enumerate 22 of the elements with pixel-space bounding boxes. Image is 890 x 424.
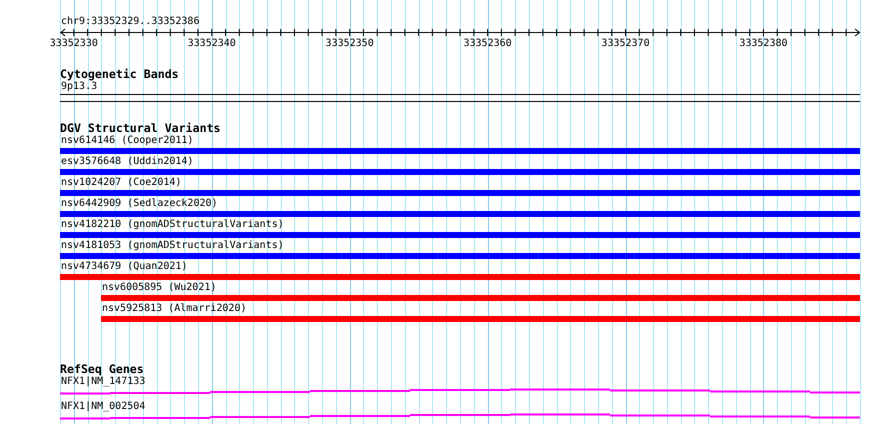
tick-label: 33352330 (50, 38, 98, 50)
track-title: Cytogenetic Bands (60, 68, 179, 81)
tick-label: 33352360 (464, 38, 512, 50)
gene-label: NFX1|NM_147133 (61, 376, 146, 388)
variant-label: nsv6005895 (Wu2021) (102, 282, 216, 294)
tick-label: 33352350 (326, 38, 374, 50)
tick-label: 33352370 (601, 38, 650, 50)
tick-label: 33352380 (739, 38, 788, 50)
variant-label: esv3576648 (Uddin2014) (61, 156, 194, 168)
variant-label: nsv5925813 (Almarri2020) (102, 303, 246, 315)
gene-label: NFX1|NM_002504 (61, 401, 146, 413)
variant-label: nsv614146 (Cooper2011) (61, 135, 194, 147)
variant-label: nsv4734679 (Quan2021) (61, 261, 188, 273)
tick-label: 33352340 (188, 38, 236, 50)
variant-label: nsv6442909 (Sedlazeck2020) (61, 198, 218, 210)
track-title: RefSeq Genes (60, 363, 144, 376)
track-title: DGV Structural Variants (60, 122, 221, 135)
variant-label: nsv4181053 (gnomADStructuralVariants) (61, 240, 284, 252)
variant-label: nsv4182210 (gnomADStructuralVariants) (61, 219, 284, 231)
band-label: 9p13.3 (61, 81, 98, 93)
location-label: chr9:33352329..33352386 (61, 15, 200, 28)
variant-label: nsv1024207 (Coe2014) (61, 177, 182, 189)
